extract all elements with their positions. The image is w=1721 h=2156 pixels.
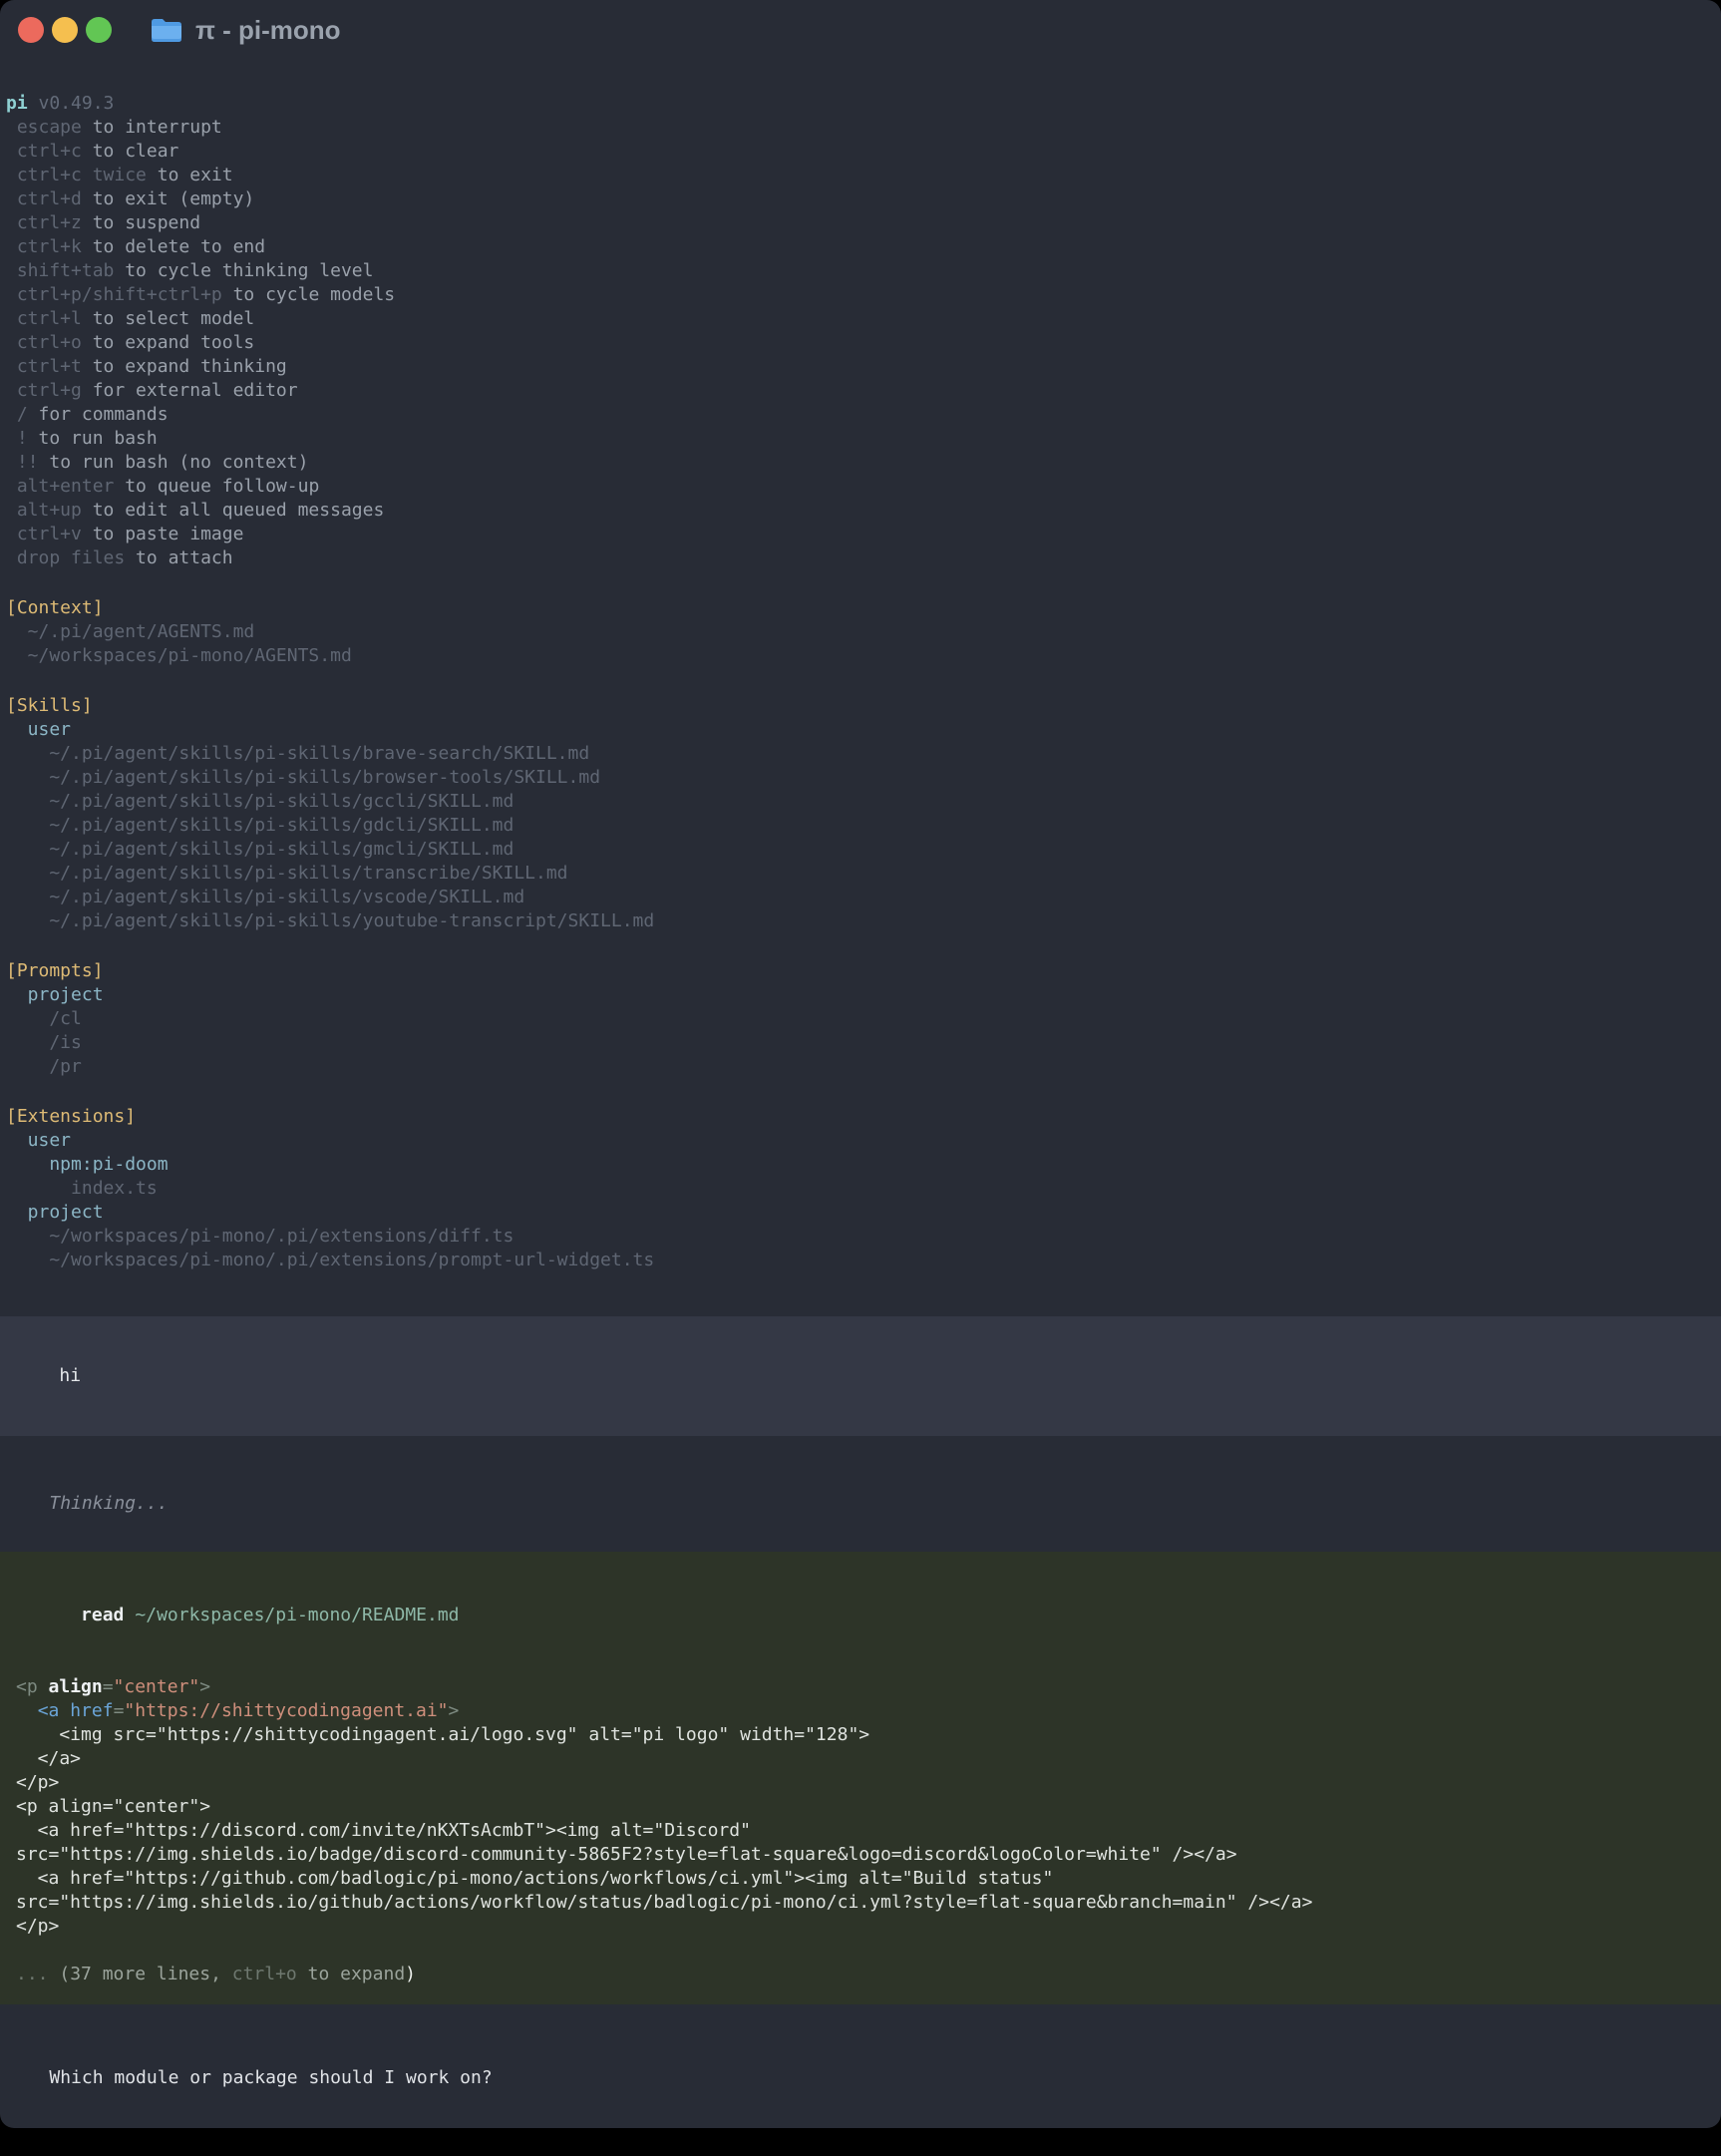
thinking-indicator: Thinking... <box>0 1468 1721 1540</box>
code-line <box>16 1651 1705 1675</box>
section-row: ~/workspaces/pi-mono/AGENTS.md <box>6 644 1721 668</box>
assistant-message-text: Which module or package should I work on… <box>49 2067 492 2088</box>
folder-icon <box>150 17 183 44</box>
help-line: ctrl+t to expand thinking <box>6 355 1721 379</box>
app-name: pi <box>6 93 28 114</box>
section-title: [Skills] <box>6 694 1721 718</box>
help-line: drop files to attach <box>6 546 1721 570</box>
help-line: ctrl+k to delete to end <box>6 235 1721 259</box>
section-extensions: [Extensions] user npm:pi-doom index.ts p… <box>0 1105 1721 1272</box>
window-title: π - pi-mono <box>195 15 341 46</box>
help-line: ctrl+g for external editor <box>6 379 1721 403</box>
help-line: ctrl+p/shift+ctrl+p to cycle models <box>6 283 1721 307</box>
close-button[interactable] <box>18 17 44 43</box>
help-line: ctrl+l to select model <box>6 307 1721 331</box>
section-row: user <box>6 1129 1721 1153</box>
code-line: <p align="center"> <box>16 1795 1705 1819</box>
section-row: project <box>6 983 1721 1007</box>
section-row: ~/.pi/agent/skills/pi-skills/vscode/SKIL… <box>6 886 1721 909</box>
code-line: <a href="https://shittycodingagent.ai"> <box>16 1699 1705 1723</box>
section-row: ~/.pi/agent/skills/pi-skills/transcribe/… <box>6 862 1721 886</box>
tool-path: ~/workspaces/pi-mono/README.md <box>135 1605 459 1625</box>
code-line: src="https://img.shields.io/github/actio… <box>16 1891 1705 1915</box>
section-row: ~/.pi/agent/skills/pi-skills/gmcli/SKILL… <box>6 838 1721 862</box>
help-line: ctrl+z to suspend <box>6 211 1721 235</box>
code-line: <a href="https://github.com/badlogic/pi-… <box>16 1867 1705 1891</box>
help-lines: escape to interrupt ctrl+c to clear ctrl… <box>6 116 1721 570</box>
section-row: /pr <box>6 1055 1721 1079</box>
tool-name: read <box>81 1605 124 1625</box>
section-row: ~/.pi/agent/skills/pi-skills/youtube-tra… <box>6 909 1721 933</box>
section-row: ~/workspaces/pi-mono/.pi/extensions/prom… <box>6 1249 1721 1272</box>
section-row: ~/.pi/agent/AGENTS.md <box>6 620 1721 644</box>
help-line: ctrl+o to expand tools <box>6 331 1721 355</box>
help-line: ctrl+d to exit (empty) <box>6 187 1721 211</box>
user-message-text: hi <box>59 1365 81 1386</box>
section-row: /is <box>6 1031 1721 1055</box>
section-row: ~/workspaces/pi-mono/.pi/extensions/diff… <box>6 1225 1721 1249</box>
traffic-lights <box>18 17 112 43</box>
section-row: index.ts <box>6 1177 1721 1201</box>
section-row: ~/.pi/agent/skills/pi-skills/gdcli/SKILL… <box>6 814 1721 838</box>
section-title: [Context] <box>6 596 1721 620</box>
section-title: [Prompts] <box>6 959 1721 983</box>
section-row: ~/.pi/agent/skills/pi-skills/brave-searc… <box>6 742 1721 766</box>
section-skills: [Skills] user ~/.pi/agent/skills/pi-skil… <box>0 694 1721 933</box>
app-version: v0.49.3 <box>28 93 115 114</box>
help-line: ctrl+c twice to exit <box>6 164 1721 187</box>
help-line: shift+tab to cycle thinking level <box>6 259 1721 283</box>
minimize-button[interactable] <box>52 17 78 43</box>
window-title-group: π - pi-mono <box>150 15 341 46</box>
section-context: [Context] ~/.pi/agent/AGENTS.md ~/worksp… <box>0 596 1721 668</box>
section-row: user <box>6 718 1721 742</box>
section-row: project <box>6 1201 1721 1225</box>
section-row: npm:pi-doom <box>6 1153 1721 1177</box>
help-line: alt+up to edit all queued messages <box>6 499 1721 523</box>
section-prompts: [Prompts] project /cl /is /pr <box>0 959 1721 1079</box>
help-line: / for commands <box>6 403 1721 427</box>
tool-output-block: read ~/workspaces/pi-mono/README.md <p al… <box>0 1552 1721 2004</box>
code-line: <img src="https://shittycodingagent.ai/l… <box>16 1723 1705 1747</box>
help-line: alt+enter to queue follow-up <box>6 475 1721 499</box>
help-line: escape to interrupt <box>6 116 1721 140</box>
code-line: <p align="center"> <box>16 1675 1705 1699</box>
help-line: ctrl+v to paste image <box>6 523 1721 546</box>
help-line: ctrl+c to clear <box>6 140 1721 164</box>
help-line: !! to run bash (no context) <box>6 451 1721 475</box>
thinking-text: Thinking... <box>49 1493 168 1514</box>
tool-content: <p align="center"> <a href="https://shit… <box>16 1651 1705 1939</box>
code-line: </p> <box>16 1915 1705 1939</box>
section-row: ~/.pi/agent/skills/pi-skills/browser-too… <box>6 766 1721 790</box>
section-title: [Extensions] <box>6 1105 1721 1129</box>
section-row: ~/.pi/agent/skills/pi-skills/gccli/SKILL… <box>6 790 1721 814</box>
code-line: <a href="https://discord.com/invite/nKXT… <box>16 1819 1705 1843</box>
app-version-line: pi v0.49.3 <box>6 92 1721 116</box>
code-line: </a> <box>16 1747 1705 1771</box>
tool-header: read ~/workspaces/pi-mono/README.md <box>16 1580 1705 1651</box>
terminal-window: π - pi-mono pi v0.49.3 escape to interru… <box>0 0 1721 2128</box>
code-line: </p> <box>16 1771 1705 1795</box>
section-row: /cl <box>6 1007 1721 1031</box>
expand-hint: ... (37 more lines, ctrl+o to expand) <box>16 1963 1705 1986</box>
help-block: pi v0.49.3 escape to interrupt ctrl+c to… <box>0 92 1721 570</box>
title-bar: π - pi-mono <box>0 0 1721 60</box>
help-line: ! to run bash <box>6 427 1721 451</box>
assistant-message: Which module or package should I work on… <box>0 2042 1721 2114</box>
user-message: hi <box>0 1316 1721 1436</box>
maximize-button[interactable] <box>86 17 112 43</box>
code-line: src="https://img.shields.io/badge/discor… <box>16 1843 1705 1867</box>
sections-block: [Context] ~/.pi/agent/AGENTS.md ~/worksp… <box>0 596 1721 1272</box>
